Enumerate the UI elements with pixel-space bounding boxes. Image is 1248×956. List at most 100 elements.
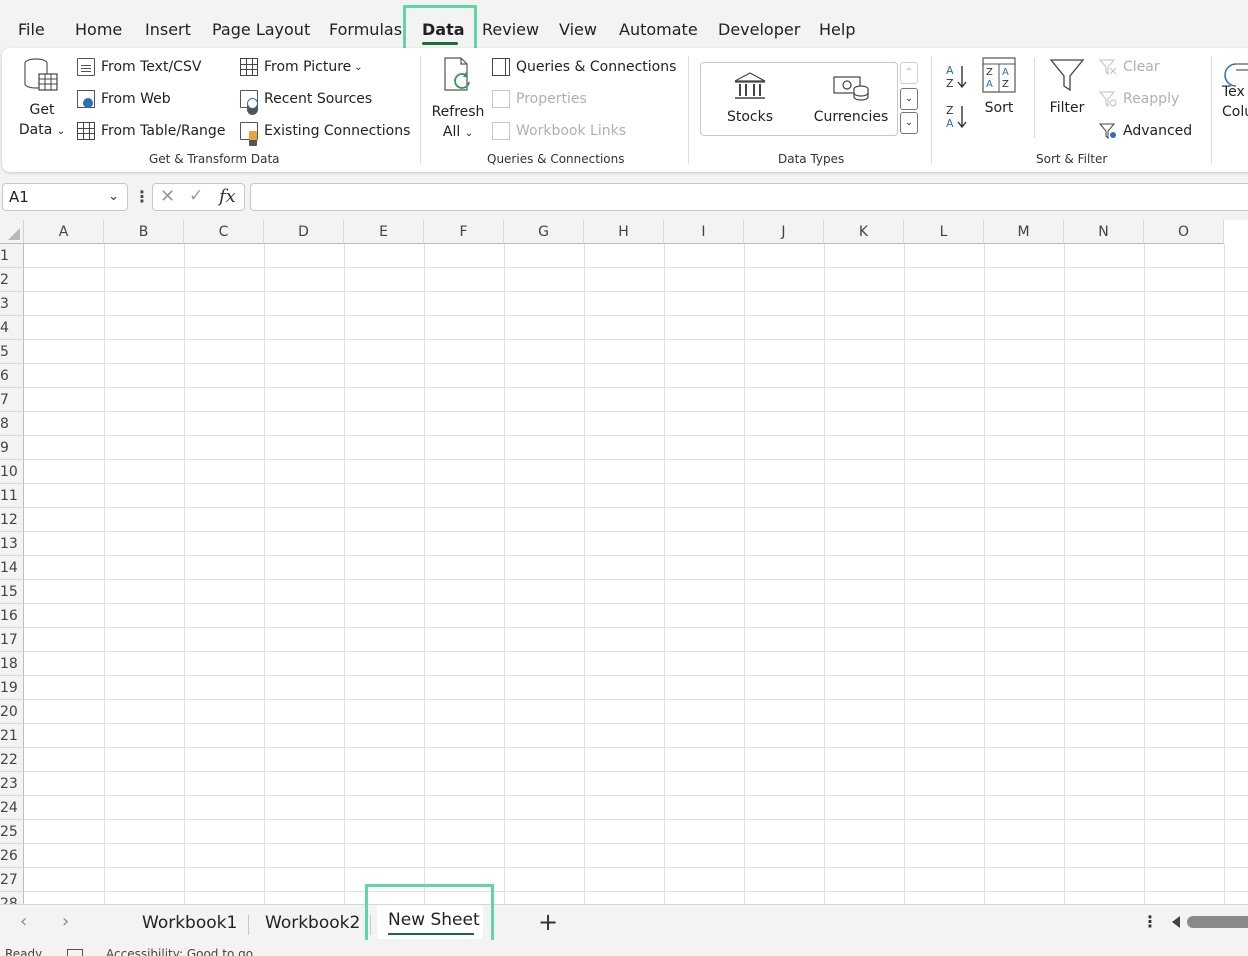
recent-sources-button[interactable]: Recent Sources (240, 90, 372, 109)
tab-formulas[interactable]: Formulas (329, 20, 402, 39)
row-header[interactable]: 12 (0, 508, 24, 532)
worksheet-grid[interactable]: A B C D E F G H I J K L M N O 1 2 3 4 5 6 7 8 9 10 11 12 13 14 15 16 17… (0, 220, 1248, 904)
sort-az-button[interactable]: A Z (944, 62, 970, 96)
column-header[interactable]: B (104, 220, 184, 244)
queries-connections-button[interactable]: Queries & Connections (492, 58, 676, 76)
row-header[interactable]: 17 (0, 628, 24, 652)
refresh-all-button[interactable]: Refresh All ⌄ (430, 56, 486, 144)
accessibility-status[interactable]: Accessibility: Good to go (106, 947, 253, 956)
tab-developer[interactable]: Developer (718, 20, 800, 39)
column-header[interactable]: G (504, 220, 584, 244)
row-header[interactable]: 4 (0, 316, 24, 340)
column-header[interactable]: I (664, 220, 744, 244)
more-options-icon[interactable]: ⋮ (1142, 912, 1158, 931)
column-header[interactable]: L (904, 220, 984, 244)
workbook-links-button[interactable]: Workbook Links (492, 122, 626, 140)
tab-insert[interactable]: Insert (145, 20, 191, 39)
row-header[interactable]: 20 (0, 700, 24, 724)
row-header[interactable]: 26 (0, 844, 24, 868)
from-table-range-button[interactable]: From Table/Range (77, 122, 225, 140)
row-header[interactable]: 5 (0, 340, 24, 364)
row-header[interactable]: 3 (0, 292, 24, 316)
properties-button[interactable]: Properties (492, 90, 587, 108)
chevron-down-icon: ⌄ (354, 61, 363, 73)
column-header[interactable]: K (824, 220, 904, 244)
row-header[interactable]: 2 (0, 268, 24, 292)
column-header[interactable]: A (24, 220, 104, 244)
currencies-button[interactable]: Currencies (809, 71, 893, 127)
row-header[interactable]: 23 (0, 772, 24, 796)
tab-file[interactable]: File (18, 20, 45, 39)
select-all-corner[interactable] (0, 220, 24, 244)
row-header[interactable]: 14 (0, 556, 24, 580)
row-header[interactable]: 6 (0, 364, 24, 388)
column-header[interactable]: F (424, 220, 504, 244)
sort-za-button[interactable]: Z A (944, 102, 970, 136)
row-header[interactable]: 28 (0, 892, 24, 904)
tab-help[interactable]: Help (819, 20, 855, 39)
get-data-button[interactable]: Get Data ⌄ (14, 56, 70, 142)
tab-view[interactable]: View (559, 20, 597, 39)
column-header[interactable]: H (584, 220, 664, 244)
enter-check-icon[interactable]: ✓ (189, 186, 203, 206)
gallery-down-button[interactable]: ⌄ (900, 88, 918, 110)
horizontal-scrollbar[interactable] (1187, 916, 1248, 928)
row-header[interactable]: 10 (0, 460, 24, 484)
row-header[interactable]: 15 (0, 580, 24, 604)
cancel-icon[interactable]: ✕ (160, 186, 175, 207)
from-web-button[interactable]: From Web (77, 90, 171, 108)
tab-review[interactable]: Review (482, 20, 539, 39)
reapply-button[interactable]: Reapply (1098, 90, 1180, 108)
vertical-dots-icon[interactable]: ⋮ (134, 187, 150, 206)
row-header[interactable]: 22 (0, 748, 24, 772)
row-header[interactable]: 21 (0, 724, 24, 748)
tab-page-layout[interactable]: Page Layout (212, 20, 310, 39)
row-header[interactable]: 9 (0, 436, 24, 460)
from-picture-button[interactable]: From Picture ⌄ (240, 58, 363, 76)
reapply-label: Reapply (1123, 91, 1180, 107)
tab-automate[interactable]: Automate (619, 20, 698, 39)
column-header[interactable]: N (1064, 220, 1144, 244)
name-box[interactable]: A1 ⌄ (2, 183, 128, 211)
row-header[interactable]: 25 (0, 820, 24, 844)
gallery-up-button[interactable]: ⌃ (900, 62, 918, 84)
advanced-filter-button[interactable]: Advanced (1098, 122, 1192, 140)
from-text-csv-button[interactable]: From Text/CSV (77, 58, 201, 76)
row-header[interactable]: 13 (0, 532, 24, 556)
gridline (1064, 244, 1065, 904)
column-header[interactable]: E (344, 220, 424, 244)
filter-button[interactable]: Filter (1044, 56, 1090, 118)
row-header[interactable]: 1 (0, 244, 24, 268)
gallery-more-button[interactable]: ⌄ (900, 112, 918, 134)
scroll-left-arrow-icon[interactable] (1172, 916, 1180, 928)
tab-home[interactable]: Home (75, 20, 122, 39)
row-header[interactable]: 19 (0, 676, 24, 700)
existing-connections-button[interactable]: Existing Connections (240, 122, 410, 140)
chevron-down-icon[interactable]: ⌄ (108, 189, 119, 204)
stocks-button[interactable]: Stocks (715, 71, 785, 127)
row-header[interactable]: 16 (0, 604, 24, 628)
chevron-left-icon[interactable]: ‹ (20, 911, 27, 932)
sort-button[interactable]: Z A A Z Sort (976, 56, 1022, 118)
macro-record-icon[interactable] (67, 949, 83, 956)
column-header[interactable]: D (264, 220, 344, 244)
formula-input[interactable] (250, 183, 1248, 211)
row-header[interactable]: 24 (0, 796, 24, 820)
sheet-tab-workbook2[interactable]: Workbook2 (265, 913, 360, 933)
add-sheet-icon[interactable]: + (538, 908, 558, 936)
row-header[interactable]: 18 (0, 652, 24, 676)
chevron-right-icon[interactable]: › (62, 911, 69, 932)
row-header[interactable]: 7 (0, 388, 24, 412)
clear-filter-button[interactable]: Clear (1098, 58, 1160, 76)
sheet-tab-bar: ‹ › Workbook1 Workbook2 New Sheet + ⋮ (0, 904, 1248, 940)
column-header[interactable]: J (744, 220, 824, 244)
column-header[interactable]: C (184, 220, 264, 244)
row-header[interactable]: 8 (0, 412, 24, 436)
row-header[interactable]: 27 (0, 868, 24, 892)
column-header[interactable]: M (984, 220, 1064, 244)
text-to-columns-button[interactable]: Tex Colu (1222, 56, 1248, 122)
insert-function-icon[interactable]: fx (219, 186, 236, 207)
sheet-tab-workbook1[interactable]: Workbook1 (142, 913, 237, 933)
column-header[interactable]: O (1144, 220, 1224, 244)
row-header[interactable]: 11 (0, 484, 24, 508)
